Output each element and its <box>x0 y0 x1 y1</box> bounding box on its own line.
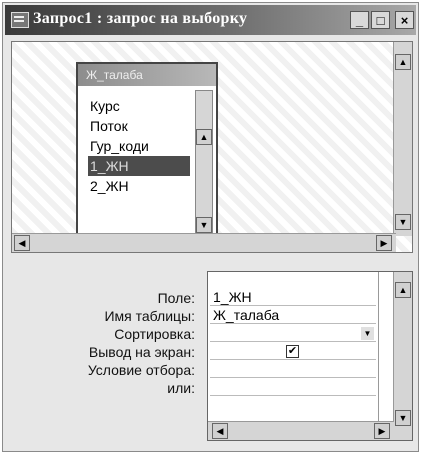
row-label-or: или: <box>167 380 195 396</box>
sort-cell[interactable]: ▼ <box>210 325 376 342</box>
arrow-up-icon[interactable]: ▲ <box>196 129 212 145</box>
field-item[interactable]: 2_ЖН <box>88 176 190 196</box>
grid-vertical-scrollbar[interactable]: ▲ ▼ <box>393 272 412 440</box>
row-label-criteria: Условие отбора: <box>87 362 195 378</box>
design-grid: 1_ЖН Ж_талаба ▼ ✔ ▲ ▼ ◀ ▶ <box>207 271 413 441</box>
table-cell[interactable]: Ж_талаба <box>210 307 376 324</box>
row-label-sort: Сортировка: <box>114 326 195 342</box>
field-item[interactable]: Гур_коди <box>88 136 190 156</box>
field-list-scrollbar[interactable]: ▲ ▼ <box>195 90 213 240</box>
field-item[interactable]: Поток <box>88 116 190 136</box>
minimize-button[interactable]: _ <box>350 11 369 29</box>
arrow-down-icon[interactable]: ▼ <box>395 410 411 426</box>
field-item-selected[interactable]: 1_ЖН <box>88 156 190 176</box>
arrow-down-icon[interactable]: ▼ <box>395 214 411 230</box>
table-pane-vertical-scrollbar[interactable]: ▲ ▼ <box>393 42 412 236</box>
design-grid-pane: Поле: Имя таблицы: Сортировка: Вывод на … <box>11 265 413 445</box>
query-window-icon[interactable] <box>11 12 29 28</box>
arrow-left-icon[interactable]: ◀ <box>14 235 30 251</box>
show-cell[interactable]: ✔ <box>210 343 376 360</box>
arrow-right-icon[interactable]: ▶ <box>376 235 392 251</box>
window-title: Запрос1 : запрос на выборку <box>33 10 248 27</box>
field-item[interactable]: Курс <box>88 96 190 116</box>
table-pane-horizontal-scrollbar[interactable]: ◀ ▶ <box>12 233 396 252</box>
arrow-left-icon[interactable]: ◀ <box>212 423 228 439</box>
field-list-title[interactable]: Ж_талаба <box>78 64 216 86</box>
dropdown-arrow-icon[interactable]: ▼ <box>361 327 374 340</box>
grid-horizontal-scrollbar[interactable]: ◀ ▶ <box>208 421 394 440</box>
row-label-field: Поле: <box>157 290 195 306</box>
arrow-up-icon[interactable]: ▲ <box>395 54 411 70</box>
show-checkbox[interactable]: ✔ <box>286 345 299 358</box>
column-separator[interactable] <box>378 272 379 440</box>
title-bar[interactable]: Запрос1 : запрос на выборку _ □ × <box>5 5 416 35</box>
table-pane: Ж_талаба Курс Поток Гур_коди 1_ЖН 2_ЖН ▲… <box>11 41 413 253</box>
arrow-up-icon[interactable]: ▲ <box>395 282 411 298</box>
or-cell[interactable] <box>210 379 376 396</box>
criteria-cell[interactable] <box>210 361 376 378</box>
field-list-box[interactable]: Ж_талаба Курс Поток Гур_коди 1_ЖН 2_ЖН ▲… <box>76 62 218 244</box>
query-window: Запрос1 : запрос на выборку _ □ × Ж_тала… <box>2 2 419 452</box>
row-label-show: Вывод на экран: <box>88 344 195 360</box>
row-label-table: Имя таблицы: <box>104 308 195 324</box>
maximize-button[interactable]: □ <box>371 11 390 29</box>
field-cell[interactable]: 1_ЖН <box>210 289 376 306</box>
close-button[interactable]: × <box>395 11 414 29</box>
arrow-down-icon[interactable]: ▼ <box>196 217 212 233</box>
arrow-right-icon[interactable]: ▶ <box>374 423 390 439</box>
